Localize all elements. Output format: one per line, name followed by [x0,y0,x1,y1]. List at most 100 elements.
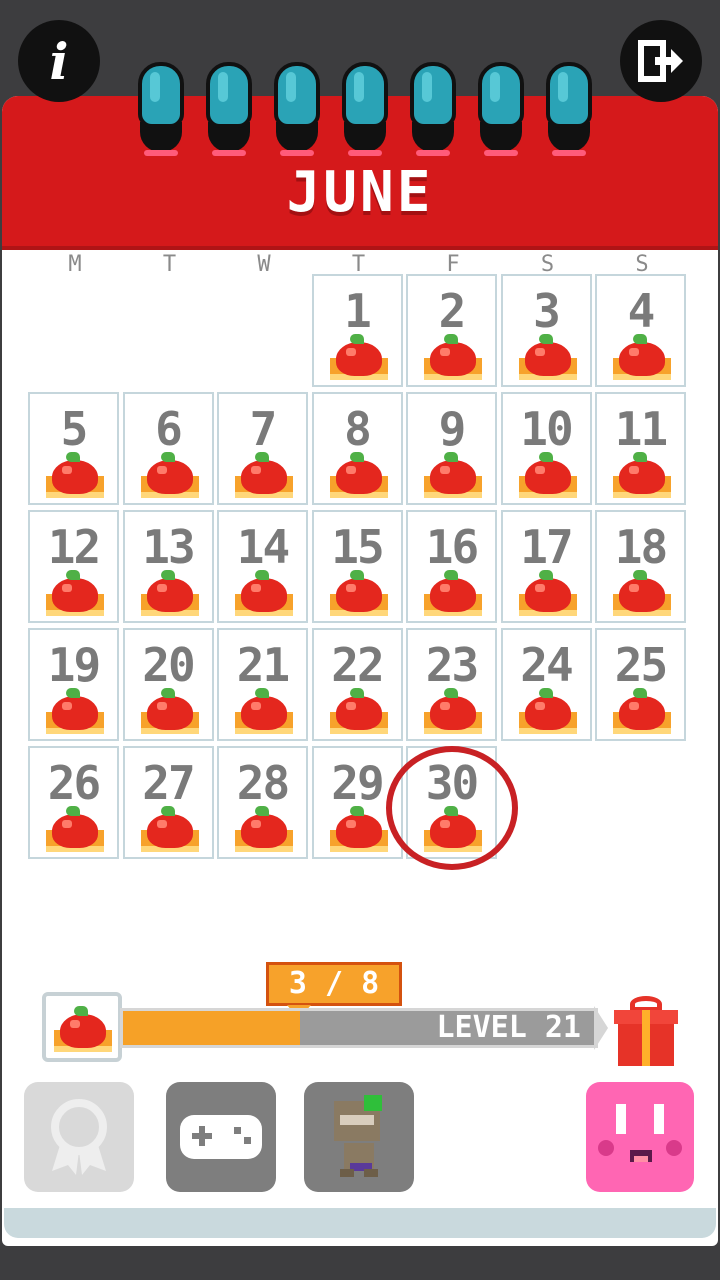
cake-icon [613,452,671,498]
day-number: 21 [236,638,290,692]
month-title: JUNE [286,160,434,225]
cake-icon [424,452,482,498]
day-cell[interactable]: 25 [595,628,686,741]
cake-icon [140,570,199,616]
day-cell[interactable]: 1 [311,274,403,387]
day-number: 15 [331,520,384,574]
progress-fill [123,1011,300,1045]
pink-face-icon [598,1104,682,1162]
day-cell[interactable]: 27 [122,746,214,859]
cake-icon [518,688,577,734]
cake-icon [329,806,388,852]
cake-icon [424,334,482,380]
cake-icon [46,806,104,852]
day-cell[interactable]: 5 [28,392,119,505]
cake-icon [140,452,199,498]
day-number: 17 [520,520,573,574]
day-number: 16 [425,520,479,574]
day-number: 7 [249,402,278,456]
gamepad-icon [180,1115,262,1159]
day-cell[interactable]: 7 [217,392,308,505]
games-button[interactable] [166,1082,276,1192]
character-button[interactable] [304,1082,414,1192]
weekday-label: M [68,252,82,277]
cake-icon [140,688,199,734]
day-cell[interactable]: 21 [217,628,308,741]
day-number: 6 [155,402,183,456]
day-cell[interactable]: 10 [500,392,592,505]
binding-ring [138,62,184,156]
cake-icon [329,334,388,380]
cake-icon [329,452,388,498]
weekday-label: T [162,252,177,277]
weekday-label: W [257,252,271,277]
day-cell[interactable]: 22 [311,628,403,741]
day-cell[interactable]: 19 [28,628,119,741]
pink-face-button[interactable] [586,1082,694,1192]
day-number: 11 [614,402,668,456]
cake-icon [518,452,577,498]
day-number: 26 [47,756,101,810]
day-number: 23 [425,638,479,692]
day-number: 1 [344,284,372,338]
cake-icon [235,570,293,616]
day-cell[interactable]: 14 [217,510,308,623]
day-number: 24 [520,638,573,692]
cake-icon [235,806,293,852]
cake-icon [613,570,671,616]
day-number: 5 [60,402,89,456]
day-cell[interactable]: 26 [28,746,119,859]
achievements-button[interactable] [24,1082,134,1192]
gift-icon[interactable] [614,996,678,1070]
ribbon-icon [51,1099,107,1175]
cake-icon [424,570,482,616]
cake-icon [329,688,388,734]
cake-icon [140,806,199,852]
day-number: 8 [344,402,372,456]
binding-ring [478,62,524,156]
day-number: 18 [614,520,668,574]
day-cell[interactable]: 4 [595,274,686,387]
day-number: 25 [614,638,668,692]
cake-icon [235,688,293,734]
day-number: 4 [627,284,656,338]
day-cell[interactable]: 28 [217,746,308,859]
cake-icon [424,688,482,734]
day-number: 19 [47,638,101,692]
day-cell[interactable]: 3 [500,274,592,387]
day-cell[interactable]: 23 [406,628,497,741]
day-number: 14 [236,520,290,574]
today-marker [386,746,518,870]
day-cell[interactable]: 16 [406,510,497,623]
day-cell[interactable]: 13 [122,510,214,623]
cake-icon [518,570,577,616]
cake-icon [46,570,104,616]
day-cell[interactable]: 24 [500,628,592,741]
cake-icon [518,334,577,380]
day-cell[interactable]: 11 [595,392,686,505]
day-cell[interactable]: 18 [595,510,686,623]
progress-arrow [594,1006,608,1050]
day-cell[interactable]: 6 [122,392,214,505]
day-cell[interactable]: 2 [406,274,497,387]
day-number: 13 [142,520,195,574]
day-number: 10 [520,402,573,456]
progress-track: LEVEL 21 [120,1008,598,1048]
day-number: 28 [236,756,290,810]
day-number: 2 [438,284,467,338]
day-cell[interactable]: 15 [311,510,403,623]
cake-icon [46,688,104,734]
cake-progress-icon [42,992,122,1062]
info-icon[interactable]: i [18,20,100,102]
binding-ring [546,62,592,156]
day-cell[interactable]: 20 [122,628,214,741]
day-cell[interactable]: 17 [500,510,592,623]
cake-icon [235,452,293,498]
day-cell[interactable]: 8 [311,392,403,505]
day-number: 12 [47,520,101,574]
exit-icon[interactable] [620,20,702,102]
cake-icon [613,688,671,734]
day-cell[interactable]: 12 [28,510,119,623]
day-cell[interactable]: 9 [406,392,497,505]
binding-ring [410,62,456,156]
